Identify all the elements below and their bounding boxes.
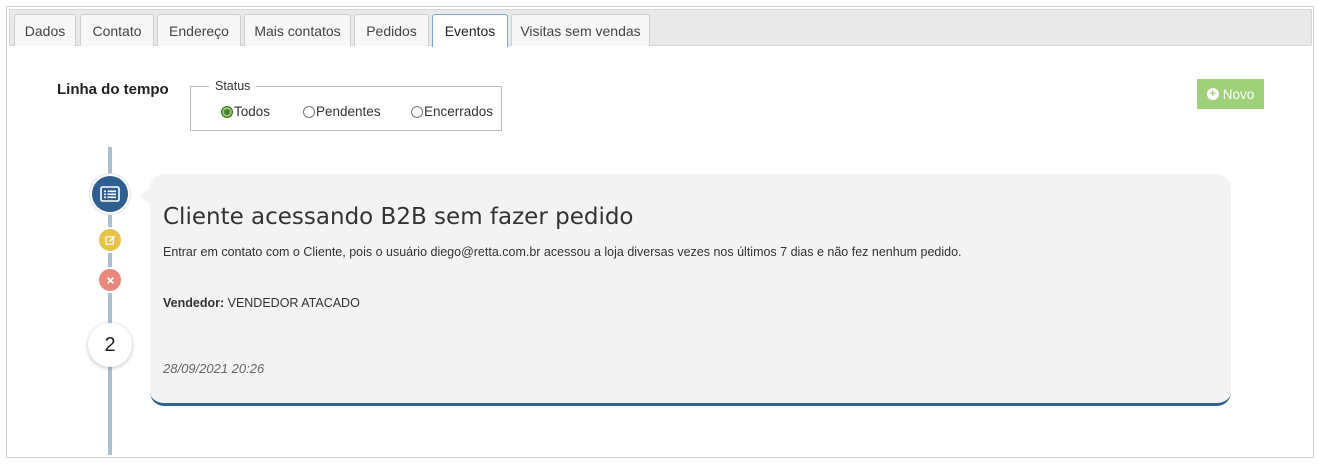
new-button-label: Novo	[1222, 86, 1255, 102]
close-event-button[interactable]	[97, 267, 123, 293]
tab-eventos[interactable]: Eventos	[432, 14, 508, 47]
timeline-title: Linha do tempo	[57, 81, 169, 98]
radio-unchecked-icon	[303, 105, 315, 118]
tab-label: Mais contatos	[254, 22, 341, 39]
radio-checked-icon	[221, 105, 233, 118]
event-title: Cliente acessando B2B sem fazer pedido	[163, 204, 634, 230]
close-icon	[106, 276, 114, 284]
event-seller: Vendedor: VENDEDOR ATACADO	[163, 296, 360, 310]
tab-bar: Dados Contato Endereço Mais contatos Ped…	[9, 9, 1312, 47]
status-radio-encerrados[interactable]: Encerrados	[411, 104, 493, 119]
tab-label: Endereço	[169, 22, 229, 39]
list-card-icon	[90, 174, 130, 214]
tab-pedidos[interactable]: Pedidos	[354, 14, 429, 46]
event-description: Entrar em contato com o Cliente, pois o …	[163, 245, 962, 259]
tab-label: Eventos	[444, 23, 496, 39]
status-filter: Status Todos Pendentes Encerrados	[190, 79, 502, 131]
tab-contato[interactable]: Contato	[80, 14, 154, 46]
status-radio-pendentes[interactable]: Pendentes	[303, 104, 381, 119]
plus-circle-icon: +	[1206, 88, 1219, 100]
seller-label: Vendedor:	[163, 296, 225, 310]
tab-label: Pedidos	[366, 22, 417, 39]
radio-label: Pendentes	[316, 104, 381, 119]
tab-visitas-sem-vendas[interactable]: Visitas sem vendas	[511, 14, 650, 46]
radio-label: Todos	[234, 104, 271, 119]
radio-unchecked-icon	[411, 105, 423, 118]
tab-label: Visitas sem vendas	[520, 22, 641, 39]
status-legend: Status	[209, 79, 257, 93]
seller-value: VENDEDOR ATACADO	[227, 296, 360, 310]
status-radio-todos[interactable]: Todos	[221, 104, 270, 119]
tab-dados[interactable]: Dados	[14, 14, 76, 46]
tab-label: Dados	[24, 22, 66, 39]
edit-icon	[104, 235, 115, 245]
new-event-button[interactable]: + Novo	[1197, 79, 1264, 109]
timeline-count-badge: 2	[88, 323, 132, 367]
tab-label: Contato	[92, 22, 142, 39]
tab-mais-contatos[interactable]: Mais contatos	[244, 14, 351, 46]
event-date: 28/09/2021 20:26	[163, 361, 265, 376]
radio-label: Encerrados	[424, 104, 494, 119]
tab-endereco[interactable]: Endereço	[157, 14, 241, 46]
edit-event-button[interactable]	[97, 227, 123, 253]
event-card: Cliente acessando B2B sem fazer pedido E…	[150, 174, 1231, 406]
